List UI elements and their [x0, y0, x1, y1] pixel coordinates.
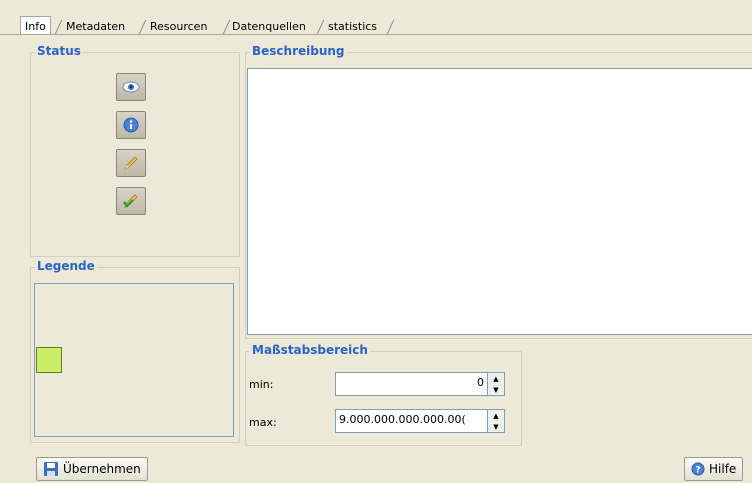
help-label: Hilfe [709, 462, 737, 476]
beschreibung-group: Beschreibung [245, 44, 752, 339]
tab-separator [386, 20, 395, 34]
spinner-down-icon[interactable]: ▼ [488, 384, 504, 395]
legende-title: Legende [35, 259, 97, 273]
tab-content: Status Legende Beschreibung Maßstabsbere… [0, 34, 752, 483]
help-icon: ? [691, 462, 705, 476]
beschreibung-textarea[interactable] [247, 68, 752, 335]
massstab-group: Maßstabsbereich min: 0 ▲ ▼ max: 9.000.00… [245, 343, 522, 446]
edit-confirm-button[interactable] [116, 187, 146, 215]
spinner-up-icon[interactable]: ▲ [488, 373, 504, 384]
max-label: max: [249, 416, 277, 429]
apply-label: Übernehmen [63, 462, 141, 476]
info-icon [123, 117, 139, 133]
tab-metadaten[interactable]: Metadaten [62, 18, 129, 35]
min-spinner[interactable]: 0 ▲ ▼ [335, 372, 505, 396]
tab-info[interactable]: Info [20, 16, 51, 36]
max-spinner[interactable]: 9.000.000.000.000.00( ▲ ▼ [335, 409, 505, 433]
tab-statistics[interactable]: statistics [324, 18, 381, 35]
tab-datenquellen[interactable]: Datenquellen [228, 18, 310, 35]
eye-button[interactable] [116, 73, 146, 101]
svg-text:?: ? [695, 466, 700, 476]
legende-group: Legende [30, 259, 240, 443]
min-label: min: [249, 378, 274, 391]
eye-icon [122, 81, 140, 93]
pencil-icon [124, 156, 138, 170]
help-button[interactable]: ? Hilfe [684, 457, 744, 481]
spinner-up-icon[interactable]: ▲ [488, 410, 504, 421]
tab-bar: Info Metadaten Resourcen Datenquellen st… [0, 0, 752, 36]
min-value: 0 [477, 376, 484, 389]
legende-preview [34, 283, 234, 437]
save-icon [44, 462, 58, 476]
massstab-title: Maßstabsbereich [250, 343, 370, 357]
legend-color-swatch [36, 347, 62, 373]
info-button[interactable] [116, 111, 146, 139]
apply-button[interactable]: Übernehmen [36, 457, 148, 481]
max-value: 9.000.000.000.000.00( [339, 413, 466, 426]
status-title: Status [35, 44, 83, 58]
beschreibung-title: Beschreibung [250, 44, 347, 58]
spinner-down-icon[interactable]: ▼ [488, 421, 504, 432]
pencil-check-icon [123, 194, 138, 208]
edit-button[interactable] [116, 149, 146, 177]
tab-resourcen[interactable]: Resourcen [146, 18, 211, 35]
status-group: Status [30, 44, 240, 257]
